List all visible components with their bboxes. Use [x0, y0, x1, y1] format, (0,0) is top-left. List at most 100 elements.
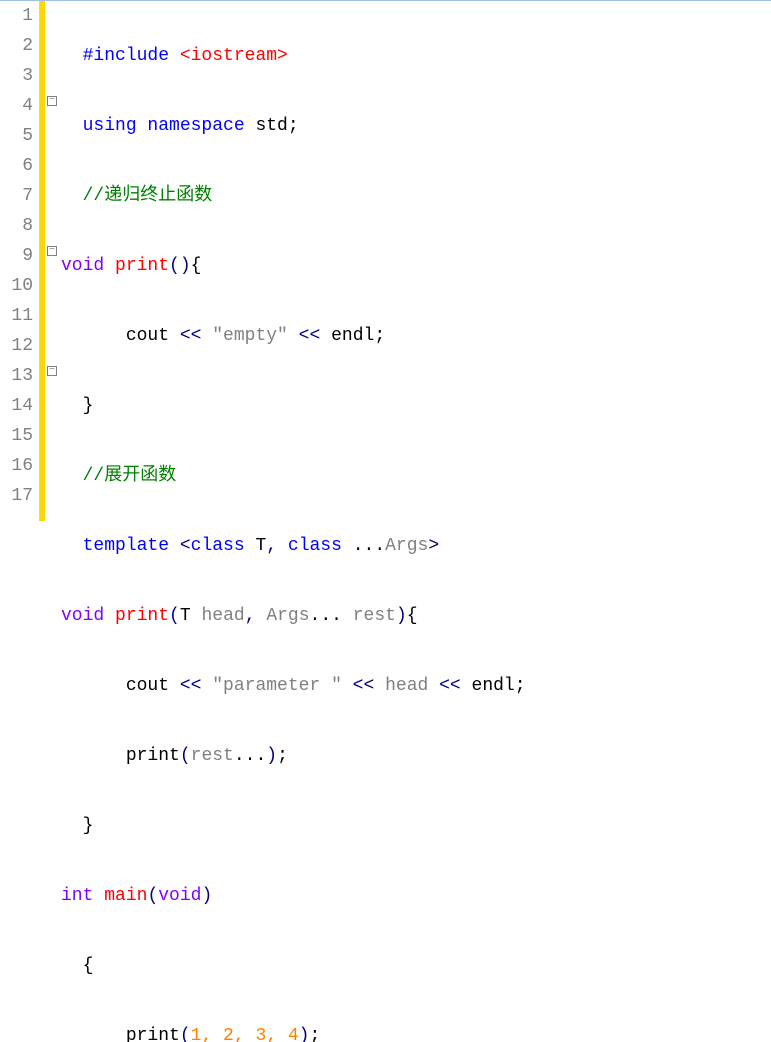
line-number: 1 [0, 1, 33, 31]
punct: > [428, 536, 439, 556]
indent [61, 466, 83, 486]
code-line[interactable]: } [61, 811, 771, 841]
line-number: 7 [0, 181, 33, 211]
comment: //展开函数 [83, 466, 177, 486]
keyword: namespace [147, 116, 255, 136]
fold-toggle[interactable]: − [45, 241, 59, 271]
fold-toggle[interactable]: − [45, 361, 59, 391]
indent [61, 46, 83, 66]
punct: ( [169, 256, 180, 276]
punct: } [83, 816, 94, 836]
code-line[interactable]: void print(){ [61, 251, 771, 281]
punct: { [407, 606, 418, 626]
indent [61, 116, 83, 136]
sp [104, 606, 115, 626]
code-line[interactable]: #include <iostream> [61, 41, 771, 71]
indent [61, 816, 83, 836]
sp [245, 536, 256, 556]
line-number: 17 [0, 481, 33, 511]
type-param: T [180, 606, 191, 626]
indent [61, 746, 126, 766]
param: rest [353, 606, 396, 626]
fold-cell [45, 1, 59, 31]
identifier: cout [126, 676, 169, 696]
code-line[interactable]: //展开函数 [61, 461, 771, 491]
punct: ... [353, 536, 385, 556]
line-number: 3 [0, 61, 33, 91]
punct: ; [309, 1026, 320, 1042]
fold-cell [45, 481, 59, 511]
function-call: print [126, 1026, 180, 1042]
code-line[interactable]: cout << "parameter " << head << endl; [61, 671, 771, 701]
punct: ( [147, 886, 158, 906]
sp [342, 536, 353, 556]
punct: ; [515, 676, 526, 696]
line-number: 15 [0, 421, 33, 451]
code-line[interactable]: } [61, 391, 771, 421]
operator: << [169, 326, 212, 346]
indent [61, 676, 126, 696]
punct: ( [169, 606, 180, 626]
fold-cell [45, 181, 59, 211]
sp [93, 886, 104, 906]
fold-cell [45, 301, 59, 331]
line-number: 10 [0, 271, 33, 301]
punct: ( [180, 1026, 191, 1042]
fold-cell [45, 331, 59, 361]
code-line[interactable]: using namespace std; [61, 111, 771, 141]
line-number: 14 [0, 391, 33, 421]
punct: { [191, 256, 202, 276]
keyword: template [83, 536, 180, 556]
indent [61, 956, 83, 976]
code-line[interactable]: cout << "empty" << endl; [61, 321, 771, 351]
keyword: using [83, 116, 148, 136]
operator: << [428, 676, 471, 696]
sp [104, 256, 115, 276]
type-param: T [255, 536, 266, 556]
operator: << [169, 676, 212, 696]
punct: ... [234, 746, 266, 766]
punct: , [245, 606, 267, 626]
identifier: endl [331, 326, 374, 346]
fold-column[interactable]: − − − [45, 1, 59, 521]
code-line[interactable]: //递归终止函数 [61, 181, 771, 211]
indent [61, 396, 83, 416]
punct: ; [277, 746, 288, 766]
punct: ; [288, 116, 299, 136]
sp [191, 606, 202, 626]
function-name: print [115, 606, 169, 626]
code-line[interactable]: { [61, 951, 771, 981]
type: int [61, 886, 93, 906]
fold-cell [45, 61, 59, 91]
code-line[interactable]: print(1, 2, 3, 4); [61, 1021, 771, 1042]
type: void [61, 606, 104, 626]
identifier: cout [126, 326, 169, 346]
code-line[interactable]: void print(T head, Args... rest){ [61, 601, 771, 631]
fold-cell [45, 271, 59, 301]
code-line[interactable]: print(rest...); [61, 741, 771, 771]
line-number: 11 [0, 301, 33, 331]
code-area[interactable]: #include <iostream> using namespace std;… [59, 1, 771, 521]
string-literal: "parameter " [212, 676, 342, 696]
code-line[interactable]: template <class T, class ...Args> [61, 531, 771, 561]
type: void [61, 256, 104, 276]
fold-cell [45, 391, 59, 421]
code-line[interactable]: int main(void) [61, 881, 771, 911]
line-number: 6 [0, 151, 33, 181]
preproc: #include [83, 46, 180, 66]
punct: < [180, 536, 191, 556]
fold-cell [45, 121, 59, 151]
line-number: 9 [0, 241, 33, 271]
indent [61, 326, 126, 346]
identifier: head [385, 676, 428, 696]
indent [61, 186, 83, 206]
fold-cell [45, 211, 59, 241]
punct: , [266, 536, 288, 556]
punct: ... [310, 606, 342, 626]
fold-toggle[interactable]: − [45, 91, 59, 121]
type: void [158, 886, 201, 906]
code-editor[interactable]: 1 2 3 4 5 6 7 8 9 10 11 12 13 14 15 16 1… [0, 1, 771, 521]
keyword: class [288, 536, 342, 556]
indent [61, 536, 83, 556]
fold-cell [45, 31, 59, 61]
